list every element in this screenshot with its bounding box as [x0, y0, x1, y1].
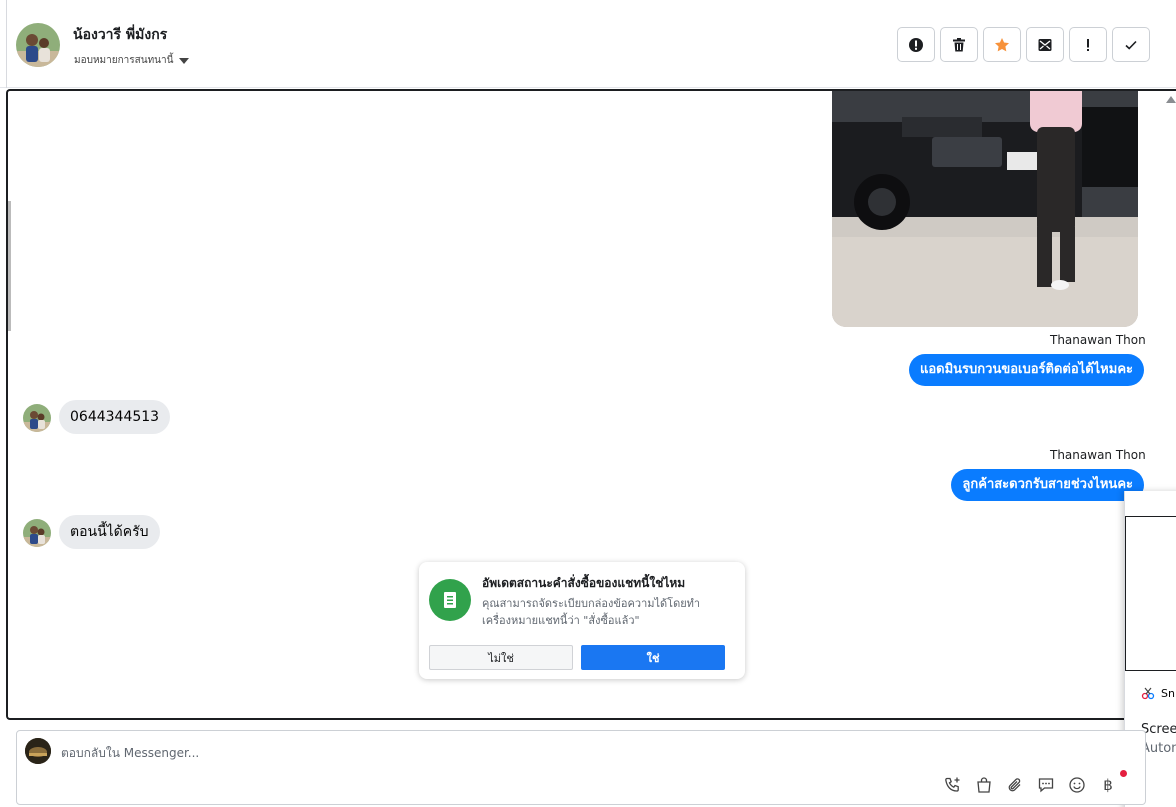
outgoing-message[interactable]: ลูกค้าสะดวกรับสายช่วงไหนคะ: [951, 469, 1144, 501]
phone-add-button[interactable]: [943, 775, 963, 795]
receipt-icon: [429, 579, 471, 621]
emoji-button[interactable]: [1067, 775, 1087, 795]
contact-name: น้องวารี พี่มังกร: [73, 27, 168, 43]
contact-avatar-small: [23, 404, 51, 432]
contact-avatar[interactable]: [16, 23, 60, 67]
assign-conversation-dropdown[interactable]: มอบหมายการสนทนานี้: [74, 53, 190, 68]
prompt-description: คุณสามารถจัดระเบียบกล่องข้อความได้โดยทำเ…: [482, 597, 701, 627]
reply-composer: ฿: [16, 730, 1146, 805]
contact-avatar-small: [23, 519, 51, 547]
check-icon: [1125, 40, 1137, 50]
shared-photo[interactable]: [832, 91, 1138, 327]
notification-dot: [1120, 770, 1127, 777]
star-button[interactable]: [983, 27, 1021, 62]
no-button[interactable]: ไม่ใช่: [429, 645, 573, 670]
yes-button[interactable]: ใช่: [581, 645, 725, 670]
star-icon: [995, 37, 1009, 51]
incoming-message[interactable]: 0644344513: [59, 400, 171, 434]
shopping-bag-icon: [977, 777, 991, 793]
snipping-tool-label: Sn: [1161, 686, 1175, 700]
message-thread[interactable]: Thanawan Thon แอดมินรบกวนขอเบอร์ติดต่อได…: [6, 89, 1176, 720]
conversation-header: น้องวารี พี่มังกร มอบหมายการสนทนานี้: [0, 0, 1176, 88]
sender-name: Thanawan Thon: [1050, 333, 1146, 347]
caret-down-icon: [179, 57, 190, 64]
important-button[interactable]: [1069, 27, 1107, 62]
composer-tools: ฿: [943, 775, 1118, 795]
payment-button[interactable]: ฿: [1098, 775, 1118, 795]
trash-icon: [953, 37, 965, 51]
envelope-icon: [1038, 38, 1052, 51]
reply-input[interactable]: [61, 743, 761, 763]
done-button[interactable]: [1112, 27, 1150, 62]
snipping-tool-header: Sn: [1141, 686, 1175, 700]
alert-circle-icon: [909, 37, 923, 52]
scroll-track[interactable]: [8, 201, 11, 331]
header-actions: [897, 27, 1150, 62]
outgoing-message[interactable]: แอดมินรบกวนขอเบอร์ติดต่อได้ไหมคะ: [908, 354, 1144, 386]
messenger-inbox: น้องวารี พี่มังกร มอบหมายการสนทนานี้ Tha…: [0, 0, 1176, 807]
prompt-title: อัพเดตสถานะคำสั่งซื้อของแชทนี้ใช่ไหม: [482, 576, 686, 590]
delete-button[interactable]: [940, 27, 978, 62]
mark-unread-button[interactable]: [1026, 27, 1064, 62]
exclamation-icon: [1087, 38, 1089, 51]
paperclip-icon: [1008, 778, 1021, 792]
scissors-icon: [1141, 687, 1155, 700]
phone-add-icon: [945, 777, 960, 792]
attach-button[interactable]: [1005, 775, 1025, 795]
sender-name: Thanawan Thon: [1050, 448, 1146, 462]
chat-bubble-icon: [1038, 778, 1054, 793]
divider: [6, 0, 7, 88]
emoji-icon: [1069, 777, 1085, 793]
incoming-message[interactable]: ตอนนี้ได้ครับ: [59, 515, 160, 549]
saved-replies-button[interactable]: [1036, 775, 1056, 795]
spam-button[interactable]: [897, 27, 935, 62]
notification-title: Screer: [1141, 722, 1176, 737]
scroll-up-arrow-icon[interactable]: [1166, 96, 1176, 103]
assign-label: มอบหมายการสนทนานี้: [74, 55, 174, 66]
screenshot-preview[interactable]: [1125, 516, 1176, 671]
notification-subtitle: Auton: [1141, 741, 1176, 756]
order-status-prompt: อัพเดตสถานะคำสั่งซื้อของแชทนี้ใช่ไหม คุณ…: [419, 562, 745, 679]
page-avatar: [25, 738, 51, 764]
baht-icon: ฿: [1103, 776, 1113, 794]
shop-button[interactable]: [974, 775, 994, 795]
